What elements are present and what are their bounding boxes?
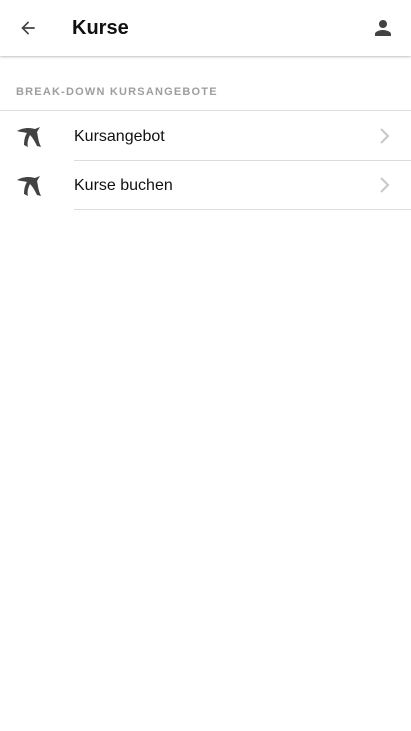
page-title: Kurse — [72, 17, 129, 39]
list-item-label: Kursangebot — [74, 128, 165, 145]
person-icon — [375, 20, 391, 36]
section-divider — [0, 110, 411, 111]
chevron-right-icon — [380, 177, 390, 193]
list-item-kurse-buchen[interactable]: Kurse buchen — [0, 161, 411, 210]
swallow-logo-icon — [17, 176, 41, 196]
chevron-right-icon — [380, 128, 390, 144]
section-header: BREAK-DOWN KURSANGEBOTE — [16, 86, 218, 98]
list-item-label: Kurse buchen — [74, 177, 173, 194]
back-button[interactable] — [12, 12, 44, 44]
content-area: BREAK-DOWN KURSANGEBOTE Kursangebot Kurs… — [0, 56, 411, 731]
item-divider — [74, 209, 411, 210]
swallow-logo-icon — [17, 127, 41, 147]
arrow-back-icon — [21, 21, 35, 35]
app-bar: Kurse — [0, 0, 411, 56]
account-button[interactable] — [369, 14, 397, 42]
list-item-kursangebot[interactable]: Kursangebot — [0, 112, 411, 161]
